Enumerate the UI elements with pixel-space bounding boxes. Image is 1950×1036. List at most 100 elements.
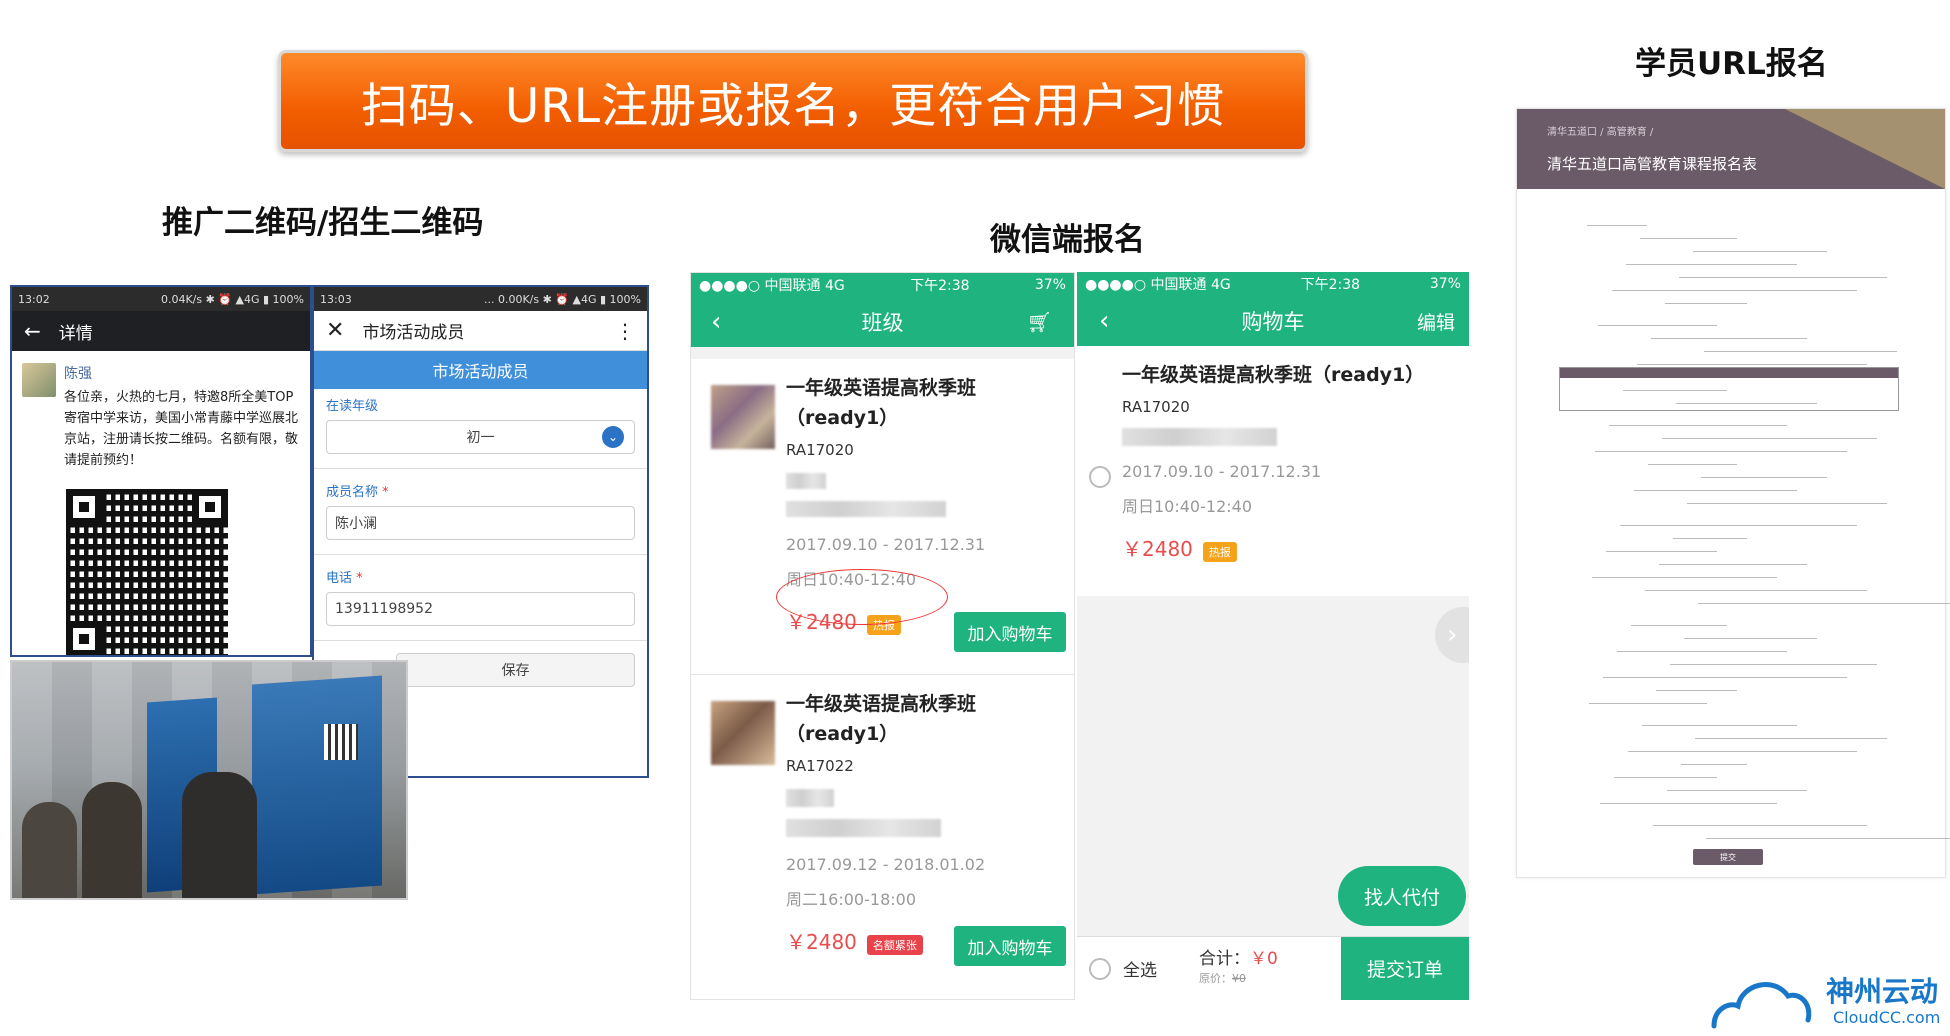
status-time: 下午2:38 xyxy=(1300,277,1361,293)
form-table-header xyxy=(1560,368,1898,378)
form-field-line[interactable] xyxy=(1628,751,1857,752)
form-field-line[interactable] xyxy=(1653,825,1867,826)
course-title: 一年级英语提高秋季班（ready1） xyxy=(786,693,977,745)
form-submit-button[interactable]: 提交 xyxy=(1693,849,1763,865)
form-field-line[interactable] xyxy=(1609,425,1787,426)
add-to-cart-button[interactable]: 加入购物车 xyxy=(954,926,1066,966)
form-field-line[interactable] xyxy=(1698,603,1950,604)
form-field-line[interactable] xyxy=(1600,803,1777,804)
blurred-teacher xyxy=(786,473,826,489)
form-field-line[interactable] xyxy=(1662,438,1877,439)
next-chevron-icon[interactable]: › xyxy=(1435,607,1469,663)
nav-title: 班级 xyxy=(861,311,904,335)
form-field-line[interactable] xyxy=(1670,664,1877,665)
price-row: ￥2480 热报 xyxy=(1122,533,1469,562)
proxy-pay-button[interactable]: 找人代付 xyxy=(1338,866,1466,926)
form-field-line[interactable] xyxy=(1673,538,1747,539)
form-field-line[interactable] xyxy=(1706,838,1950,839)
form-field-line[interactable] xyxy=(1595,451,1847,452)
poster xyxy=(252,675,382,895)
total-label: 合计： xyxy=(1199,948,1250,969)
qr-heading: 推广二维码/招生二维码 xyxy=(162,205,484,241)
item-checkbox[interactable] xyxy=(1089,466,1111,488)
more-menu-icon[interactable]: ⋮ xyxy=(615,319,635,343)
logo-name: 神州云动 xyxy=(1826,975,1939,1008)
highlight-ellipse xyxy=(776,569,948,625)
post-author: 陈强 xyxy=(64,366,92,382)
form-field-line[interactable] xyxy=(1679,277,1887,278)
add-to-cart-button[interactable]: 加入购物车 xyxy=(954,612,1066,652)
form-field-line[interactable] xyxy=(1606,551,1717,552)
original-price-value: ¥0 xyxy=(1232,971,1246,985)
qr-code-image[interactable] xyxy=(66,489,228,655)
form-body: 在读年级 初一 ⌄ 成员名称 * 陈小澜 电话 * 13911198952 保存 xyxy=(314,389,647,693)
form-field-line[interactable] xyxy=(1642,725,1797,726)
status-bar: ●●●●○ 中国联通 4G 下午2:38 37% xyxy=(691,273,1074,297)
form-field-line[interactable] xyxy=(1695,738,1887,739)
form-fields xyxy=(1517,189,1950,869)
form-field-line[interactable] xyxy=(1659,564,1807,565)
course-card: 一年级英语提高秋季班（ready1） RA17022 2017.09.12 - … xyxy=(691,675,1074,991)
course-code: RA17020 xyxy=(1122,398,1190,416)
form-field-line[interactable] xyxy=(1614,777,1717,778)
form-field-line[interactable] xyxy=(1701,477,1827,478)
blurred-location xyxy=(1122,428,1277,446)
grade-value: 初一 xyxy=(466,430,495,446)
submit-order-button[interactable]: 提交订单 xyxy=(1341,936,1469,1000)
save-button[interactable]: 保存 xyxy=(396,653,635,687)
course-schedule: 周二16:00-18:00 xyxy=(786,890,916,909)
cart-icon[interactable]: 🛒︎ xyxy=(1027,310,1052,334)
form-field-line[interactable] xyxy=(1667,790,1807,791)
form-field-line[interactable] xyxy=(1704,351,1897,352)
required-mark: * xyxy=(356,571,363,586)
form-field-line[interactable] xyxy=(1693,251,1827,252)
form-field-line[interactable] xyxy=(1598,325,1717,326)
nav-title: 购物车 xyxy=(1241,310,1305,334)
form-field-line[interactable] xyxy=(1631,625,1727,626)
select-all-label: 全选 xyxy=(1123,961,1157,981)
form-field-line[interactable] xyxy=(1634,490,1797,491)
form-field-line[interactable] xyxy=(1684,638,1817,639)
cloud-icon xyxy=(1711,982,1812,1029)
course-code: RA17020 xyxy=(786,441,854,459)
back-chevron-icon[interactable]: ‹ xyxy=(711,307,721,337)
form-field-line[interactable] xyxy=(1617,651,1787,652)
name-input[interactable]: 陈小澜 xyxy=(326,506,635,540)
form-field-line[interactable] xyxy=(1603,677,1847,678)
carrier: ●●●●○ 中国联通 4G xyxy=(1085,277,1231,293)
original-price-label: 原价： xyxy=(1199,971,1232,985)
course-title: 一年级英语提高秋季班（ready1） xyxy=(1122,364,1425,386)
form-field-line[interactable] xyxy=(1665,303,1747,304)
phone-detail: 13:02 0.04K/s ✱ ⏰ ▲4G ▮ 100% ← 详情 陈强 各位亲，火… xyxy=(10,285,312,657)
back-arrow-icon[interactable]: ← xyxy=(24,319,41,343)
form-field-line[interactable] xyxy=(1612,290,1857,291)
carrier: ●●●●○ 中国联通 4G xyxy=(699,278,845,294)
form-field-line[interactable] xyxy=(1645,590,1867,591)
select-all-checkbox[interactable] xyxy=(1089,957,1111,980)
form-field-line[interactable] xyxy=(1592,577,1777,578)
phone-label-text: 电话 xyxy=(326,571,353,586)
back-chevron-icon[interactable]: ‹ xyxy=(1099,306,1109,336)
blurred-location xyxy=(786,819,941,837)
hot-badge: 热报 xyxy=(1202,541,1237,562)
wechat-cart-phone: ●●●●○ 中国联通 4G 下午2:38 37% ‹ 购物车 编辑 一年级英语提高秋… xyxy=(1077,272,1469,1000)
form-field-line[interactable] xyxy=(1637,364,1867,365)
form-field-line[interactable] xyxy=(1651,338,1807,339)
name-label-text: 成员名称 xyxy=(326,485,379,500)
phone-label: 电话 * xyxy=(326,567,635,586)
form-field-line[interactable] xyxy=(1648,464,1737,465)
close-icon[interactable]: ✕ xyxy=(326,318,344,343)
blurred-location xyxy=(786,501,946,517)
grade-select[interactable]: 初一 ⌄ xyxy=(326,420,635,454)
edit-button[interactable]: 编辑 xyxy=(1417,308,1455,335)
form-field-line[interactable] xyxy=(1687,503,1887,504)
form-field-line[interactable] xyxy=(1620,525,1857,526)
form-field-line[interactable] xyxy=(1656,690,1737,691)
form-field-line[interactable] xyxy=(1681,764,1747,765)
form-field-line[interactable] xyxy=(1626,264,1797,265)
form-field-line[interactable] xyxy=(1640,238,1737,239)
phone-input[interactable]: 13911198952 xyxy=(326,592,635,626)
form-field-line[interactable] xyxy=(1589,703,1707,704)
course-thumbnail xyxy=(711,385,775,449)
form-field-line[interactable] xyxy=(1587,225,1647,226)
